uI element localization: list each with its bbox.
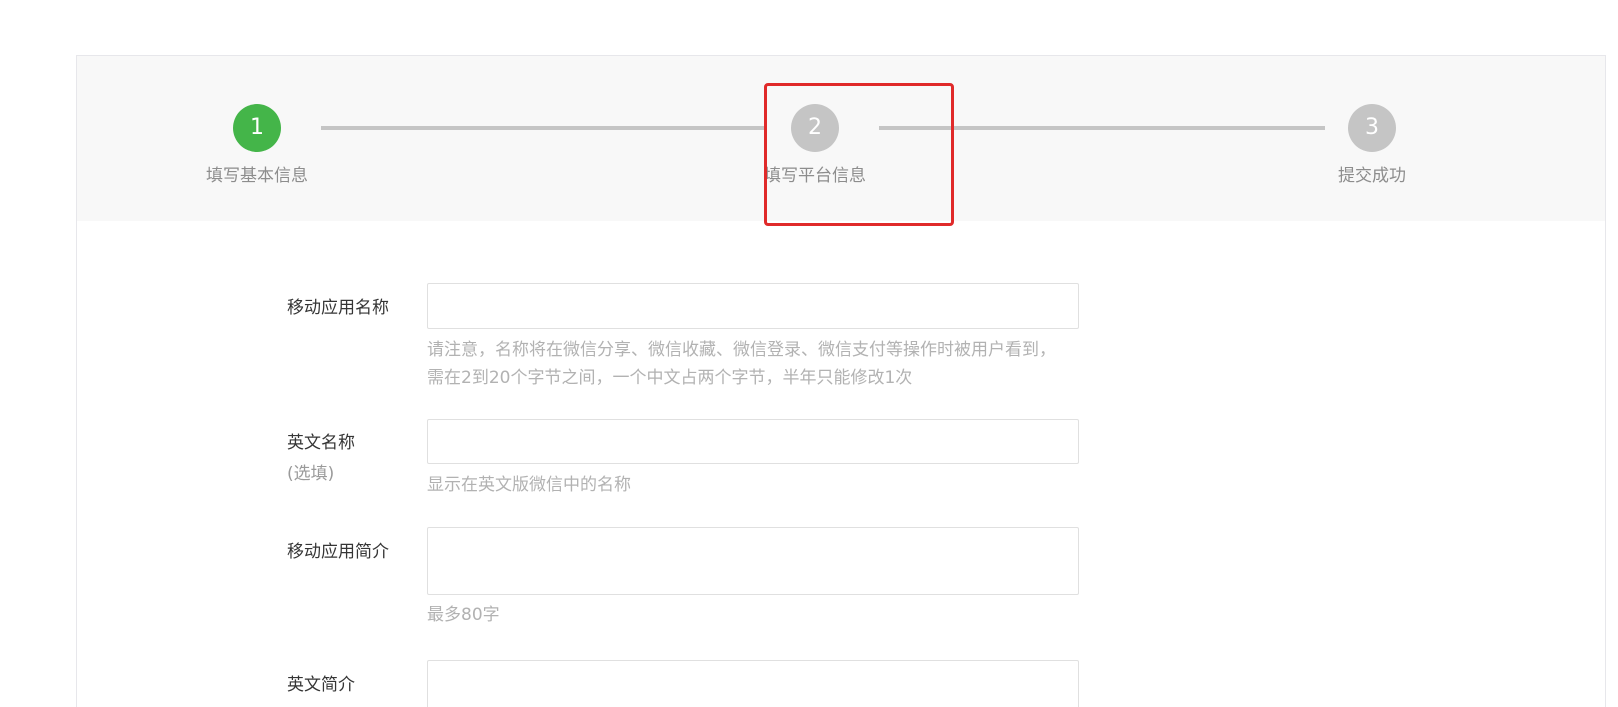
- app-name-tip-line-2: 需在2到20个字节之间，一个中文占两个字节，半年只能修改1次: [427, 368, 913, 388]
- app-intro-textarea[interactable]: [427, 527, 1079, 595]
- english-name-label-text: 英文名称: [287, 433, 355, 453]
- english-name-optional-hint: (选填): [287, 464, 335, 484]
- step-3: 3 提交成功: [1302, 104, 1442, 186]
- english-intro-label: 英文简介: [287, 675, 355, 695]
- step-3-label: 提交成功: [1338, 166, 1406, 186]
- app-name-input[interactable]: [427, 283, 1079, 329]
- step-3-circle: 3: [1348, 104, 1396, 152]
- step-1-circle: 1: [233, 104, 281, 152]
- step-1-label: 填写基本信息: [206, 166, 308, 186]
- step-connector-1: [321, 126, 767, 130]
- english-intro-textarea[interactable]: [427, 660, 1079, 707]
- app-name-tip: 请注意，名称将在微信分享、微信收藏、微信登录、微信支付等操作时被用户看到， 需在…: [427, 336, 1107, 392]
- app-name-label: 移动应用名称: [287, 298, 389, 318]
- english-name-label: 英文名称 (选填): [287, 428, 427, 484]
- english-name-input[interactable]: [427, 419, 1079, 464]
- app-intro-tip: 最多80字: [427, 605, 500, 625]
- english-name-tip: 显示在英文版微信中的名称: [427, 475, 631, 495]
- app-name-tip-line-1: 请注意，名称将在微信分享、微信收藏、微信登录、微信支付等操作时被用户看到，: [427, 340, 1056, 360]
- app-intro-label: 移动应用简介: [287, 542, 389, 562]
- current-step-highlight-box: [764, 83, 954, 226]
- step-1: 1 填写基本信息: [187, 104, 327, 186]
